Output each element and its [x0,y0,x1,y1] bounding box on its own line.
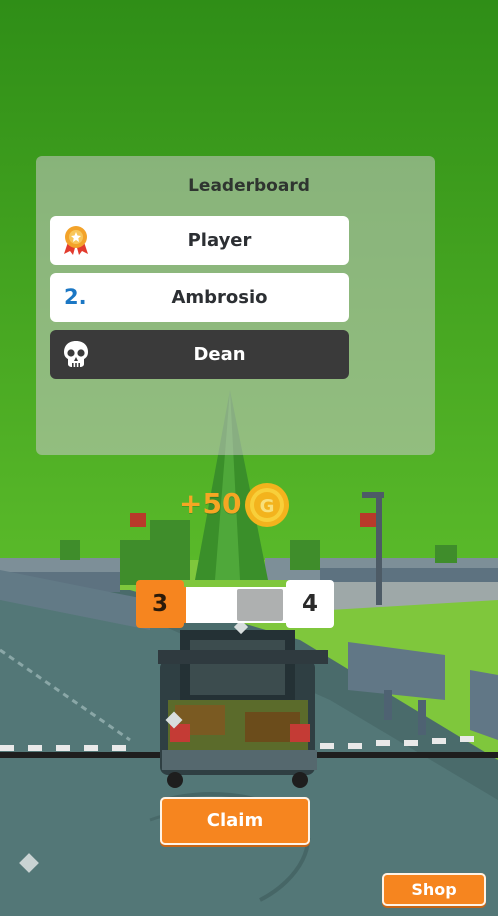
leaderboard-title: Leaderboard [188,176,310,196]
shop-button[interactable]: Shop [382,873,486,906]
level-progress-bar [184,587,286,623]
current-level: 3 [136,580,184,628]
leaderboard-row-second: 2. Ambrosio [50,273,349,322]
gold-coin-icon: G [245,483,289,527]
leaderboard-name: Ambrosio [171,287,268,308]
rank-number: 2. [64,285,87,309]
reward-amount: +50 [179,487,242,520]
leaderboard-name: Dean [193,344,246,365]
leaderboard-row-third: Dean [50,330,349,379]
skull-icon [64,341,88,367]
medal-icon [64,226,88,255]
race-scene [0,0,498,916]
progress-marker [237,589,283,621]
claim-button[interactable]: Claim [160,797,310,845]
coin-letter: G [260,496,275,517]
leaderboard-name: Player [187,230,252,251]
next-level: 4 [286,580,334,628]
player-car [158,630,328,788]
leaderboard-row-first: Player [50,216,349,265]
level-progress-fill [184,587,187,623]
